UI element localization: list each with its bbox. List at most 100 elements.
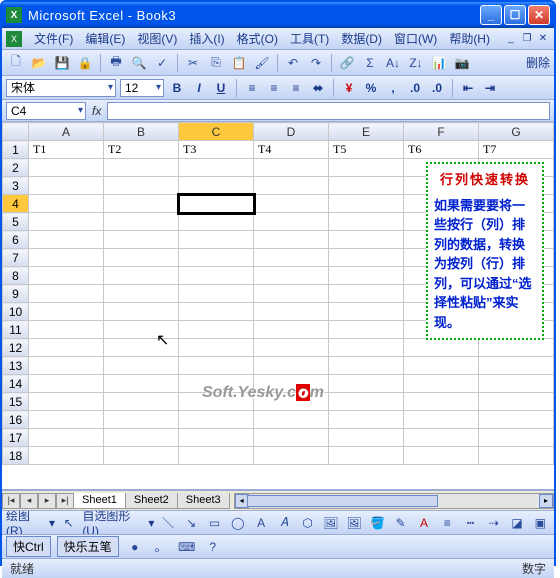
ime-name-button[interactable]: 快乐五笔 [57, 536, 119, 557]
permission-icon[interactable]: 🔒 [75, 53, 95, 73]
undo-icon[interactable]: ↶ [283, 53, 303, 73]
cell[interactable] [479, 375, 554, 393]
cell[interactable] [329, 213, 404, 231]
line-color-icon[interactable]: ✎ [391, 513, 410, 533]
cell[interactable] [254, 195, 329, 213]
cell[interactable] [329, 285, 404, 303]
cell[interactable] [329, 195, 404, 213]
cell[interactable] [179, 357, 254, 375]
sheet-tab-2[interactable]: Sheet2 [125, 493, 178, 509]
cell[interactable] [179, 249, 254, 267]
copy-icon[interactable]: ⎘ [206, 53, 226, 73]
row-header[interactable]: 15 [3, 393, 29, 411]
increase-decimal-icon[interactable]: .0 [406, 79, 424, 97]
row-header[interactable]: 9 [3, 285, 29, 303]
doc-restore-button[interactable]: ❐ [520, 33, 534, 45]
format-painter-icon[interactable]: 🖌 [252, 53, 272, 73]
cell[interactable]: T7 [479, 141, 554, 159]
cell[interactable] [179, 177, 254, 195]
cell[interactable] [479, 339, 554, 357]
cell[interactable] [104, 159, 179, 177]
cell[interactable] [404, 393, 479, 411]
line-style-icon[interactable]: ≡ [438, 513, 457, 533]
menu-tools[interactable]: 工具(T) [284, 28, 335, 49]
col-header-d[interactable]: D [254, 123, 329, 141]
rectangle-icon[interactable]: ▭ [205, 513, 224, 533]
ime-question-icon[interactable]: ? [203, 537, 223, 557]
doc-minimize-button[interactable]: _ [504, 33, 518, 45]
ime-shape-icon[interactable]: ● [125, 537, 145, 557]
cell[interactable] [179, 339, 254, 357]
col-header-f[interactable]: F [404, 123, 479, 141]
cell[interactable] [179, 429, 254, 447]
name-box[interactable]: C4 [6, 102, 86, 120]
menu-format[interactable]: 格式(O) [231, 28, 284, 49]
currency-icon[interactable]: ¥ [340, 79, 358, 97]
save-icon[interactable]: 💾 [52, 53, 72, 73]
underline-button[interactable]: U [212, 79, 230, 97]
paste-icon[interactable]: 📋 [229, 53, 249, 73]
menu-insert[interactable]: 插入(I) [183, 28, 230, 49]
row-header[interactable]: 3 [3, 177, 29, 195]
cell[interactable] [329, 159, 404, 177]
cell[interactable] [104, 249, 179, 267]
textbox-icon[interactable]: A [251, 513, 270, 533]
decrease-indent-icon[interactable]: ⇤ [459, 79, 477, 97]
cell[interactable] [254, 249, 329, 267]
italic-button[interactable]: I [190, 79, 208, 97]
cell[interactable] [29, 159, 104, 177]
cell[interactable] [104, 195, 179, 213]
cell[interactable] [104, 393, 179, 411]
redo-icon[interactable]: ↷ [306, 53, 326, 73]
cell[interactable] [104, 231, 179, 249]
row-header[interactable]: 5 [3, 213, 29, 231]
cell[interactable] [179, 375, 254, 393]
row-header[interactable]: 13 [3, 357, 29, 375]
close-button[interactable]: ✕ [528, 5, 550, 25]
cell[interactable] [404, 357, 479, 375]
cell[interactable] [254, 375, 329, 393]
font-color-icon[interactable]: A [414, 513, 433, 533]
cell[interactable] [329, 411, 404, 429]
cut-icon[interactable]: ✂ [183, 53, 203, 73]
align-center-icon[interactable]: ≡ [265, 79, 283, 97]
cell[interactable] [404, 429, 479, 447]
cell[interactable] [179, 411, 254, 429]
cell[interactable] [329, 447, 404, 465]
ime-punct-icon[interactable]: 。 [151, 537, 171, 557]
cell[interactable] [179, 393, 254, 411]
align-right-icon[interactable]: ≡ [287, 79, 305, 97]
cell[interactable] [254, 321, 329, 339]
tab-nav-last[interactable]: ▸| [56, 493, 74, 509]
cell[interactable] [179, 231, 254, 249]
cell[interactable] [329, 429, 404, 447]
cell[interactable] [104, 339, 179, 357]
align-left-icon[interactable]: ≡ [243, 79, 261, 97]
open-icon[interactable]: 📂 [29, 53, 49, 73]
cell[interactable] [29, 267, 104, 285]
cell[interactable]: T5 [329, 141, 404, 159]
cell[interactable] [29, 285, 104, 303]
cell[interactable]: T2 [104, 141, 179, 159]
cell[interactable] [104, 357, 179, 375]
cell[interactable] [404, 375, 479, 393]
fx-icon[interactable]: fx [92, 104, 101, 118]
cell[interactable] [329, 393, 404, 411]
ime-toggle-button[interactable]: 快Ctrl [6, 536, 51, 557]
cell[interactable] [329, 177, 404, 195]
ime-keyboard-icon[interactable]: ⌨ [177, 537, 197, 557]
maximize-button[interactable]: ☐ [504, 5, 526, 25]
diagram-icon[interactable]: ⬡ [298, 513, 317, 533]
menu-edit[interactable]: 编辑(E) [79, 28, 131, 49]
sheet-tab-1[interactable]: Sheet1 [73, 493, 126, 509]
3d-icon[interactable]: ▣ [531, 513, 550, 533]
cell[interactable] [179, 285, 254, 303]
menu-help[interactable]: 帮助(H) [443, 28, 496, 49]
percent-icon[interactable]: % [362, 79, 380, 97]
cell[interactable]: T1 [29, 141, 104, 159]
row-header[interactable]: 6 [3, 231, 29, 249]
sheet-tab-3[interactable]: Sheet3 [177, 493, 230, 509]
cell[interactable] [254, 213, 329, 231]
col-header-g[interactable]: G [479, 123, 554, 141]
cell[interactable] [254, 159, 329, 177]
